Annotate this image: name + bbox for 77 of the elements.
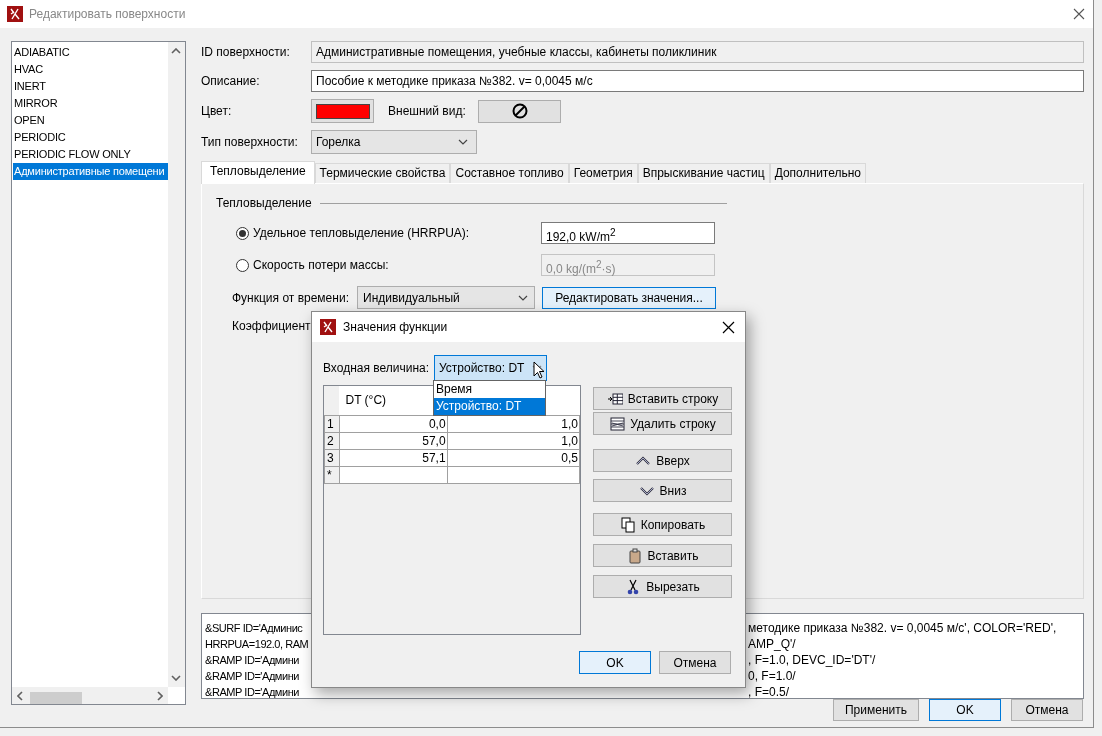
list-item[interactable]: INERT bbox=[13, 78, 168, 95]
tab[interactable]: Дополнительно bbox=[769, 163, 867, 183]
tab[interactable]: Тепловыделение bbox=[201, 161, 315, 184]
tab[interactable]: Термические свойства bbox=[314, 163, 451, 183]
list-item[interactable]: MIRROR bbox=[13, 95, 168, 112]
dialog-button[interactable]: OK bbox=[579, 651, 651, 674]
delete-row-icon bbox=[609, 415, 626, 432]
toolbar-button[interactable]: Копировать bbox=[593, 513, 732, 536]
surface-id-field[interactable]: Административные помещения, учебные классы, кабинеты поликлиник bbox=[311, 41, 1084, 63]
toolbar-button[interactable]: Вставить строку bbox=[593, 387, 732, 410]
list-item[interactable]: ADIABATIC bbox=[13, 44, 168, 61]
code-line: методике приказа №382. v= 0,0045 м/с', COLOR='RED', bbox=[748, 620, 1057, 636]
code-line: &SURF ID='Админис bbox=[205, 621, 304, 636]
code-line: &RAMP ID='Админи bbox=[205, 653, 300, 668]
code-line: AMP_Q'/ bbox=[748, 636, 797, 652]
dropdown-option[interactable]: Устройство: DT bbox=[434, 398, 545, 415]
code-line: 0, F=1.0/ bbox=[748, 668, 797, 684]
description-field[interactable]: Пособие к методике приказа №382. v= 0,0045 м/с bbox=[311, 70, 1084, 92]
vertical-scrollbar[interactable] bbox=[168, 42, 185, 687]
field-label: Внешний вид: bbox=[388, 104, 467, 118]
copy-icon bbox=[619, 516, 636, 533]
field-label: ID поверхности: bbox=[201, 45, 291, 59]
field-label: Коэффициент bbox=[232, 319, 311, 335]
time-function-dropdown[interactable]: Индивидуальный bbox=[357, 286, 535, 309]
toolbar-button[interactable]: Вниз bbox=[593, 479, 732, 502]
toolbar-button[interactable]: Вверх bbox=[593, 449, 732, 472]
row-number: 1 bbox=[324, 415, 340, 432]
scroll-right-icon[interactable] bbox=[157, 691, 163, 701]
toolbar-button[interactable]: Удалить строку bbox=[593, 412, 732, 435]
field-label: Функция от времени: bbox=[232, 290, 350, 305]
toolbar-button[interactable]: Вырезать bbox=[593, 575, 732, 598]
tab[interactable]: Геометрия bbox=[568, 163, 638, 183]
table-cell[interactable]: 0,0 bbox=[339, 415, 448, 432]
app-logo-icon bbox=[7, 6, 23, 22]
insert-row-icon bbox=[606, 390, 623, 407]
input-dropdown[interactable]: Устройство: DT bbox=[434, 355, 547, 381]
table-cell[interactable]: 1,0 bbox=[447, 415, 580, 432]
chevron-down-icon bbox=[458, 139, 468, 145]
dialog-button[interactable]: Отмена bbox=[659, 651, 731, 674]
field-label: Описание: bbox=[201, 74, 261, 88]
chevron-down-icon bbox=[518, 294, 528, 301]
app-logo-icon bbox=[320, 319, 336, 335]
list-item[interactable]: HVAC bbox=[13, 61, 168, 78]
close-icon[interactable] bbox=[1073, 8, 1085, 20]
paste-icon bbox=[626, 547, 643, 564]
horizontal-scrollbar[interactable] bbox=[12, 687, 168, 704]
radio-button[interactable] bbox=[236, 226, 249, 240]
code-line: , F=1.0, DEVC_ID='DT'/ bbox=[748, 652, 877, 668]
scroll-down-icon[interactable] bbox=[171, 675, 181, 681]
list-item[interactable]: OPEN bbox=[13, 112, 168, 129]
scrollbar-thumb[interactable] bbox=[30, 692, 82, 704]
edit-values-button[interactable]: Редактировать значения... bbox=[542, 286, 716, 309]
field-label: Входная величина: bbox=[323, 361, 431, 375]
scroll-up-icon[interactable] bbox=[171, 48, 181, 54]
field-label: Цвет: bbox=[201, 104, 233, 118]
field-label: Тип поверхности: bbox=[201, 135, 299, 149]
toolbar-button[interactable]: Вставить bbox=[593, 544, 732, 567]
tab[interactable]: Впрыскивание частиц bbox=[637, 163, 770, 183]
list-item[interactable]: PERIODIC FLOW ONLY bbox=[13, 146, 168, 163]
surface-type-dropdown[interactable]: Горелка bbox=[311, 130, 477, 154]
value-field[interactable]: 192,0 kW/m$^{2}$ bbox=[541, 222, 715, 244]
window-title: Редактировать поверхности bbox=[29, 7, 186, 21]
list-item[interactable]: Административные помещени bbox=[13, 163, 168, 180]
prohibited-icon bbox=[511, 103, 528, 119]
close-icon[interactable] bbox=[722, 320, 735, 334]
dropdown-option[interactable]: Время bbox=[434, 381, 545, 398]
group-title: Тепловыделение bbox=[216, 196, 312, 210]
appearance-button[interactable] bbox=[478, 99, 561, 123]
list-item[interactable]: PERIODIC bbox=[13, 129, 168, 146]
radio-option[interactable]: Удельное тепловыделение (HRRPUA): bbox=[236, 226, 541, 240]
code-line: &RAMP ID='Админи bbox=[205, 669, 300, 684]
code-line: , F=0.5/ bbox=[748, 684, 791, 700]
scroll-left-icon[interactable] bbox=[17, 691, 23, 701]
code-line: HRRPUA=192.0, RAM bbox=[205, 637, 310, 652]
code-line: &RAMP ID='Админи bbox=[205, 685, 300, 700]
tab[interactable]: Составное топливо bbox=[450, 163, 569, 183]
dialog-title: Значения функции bbox=[343, 320, 448, 334]
